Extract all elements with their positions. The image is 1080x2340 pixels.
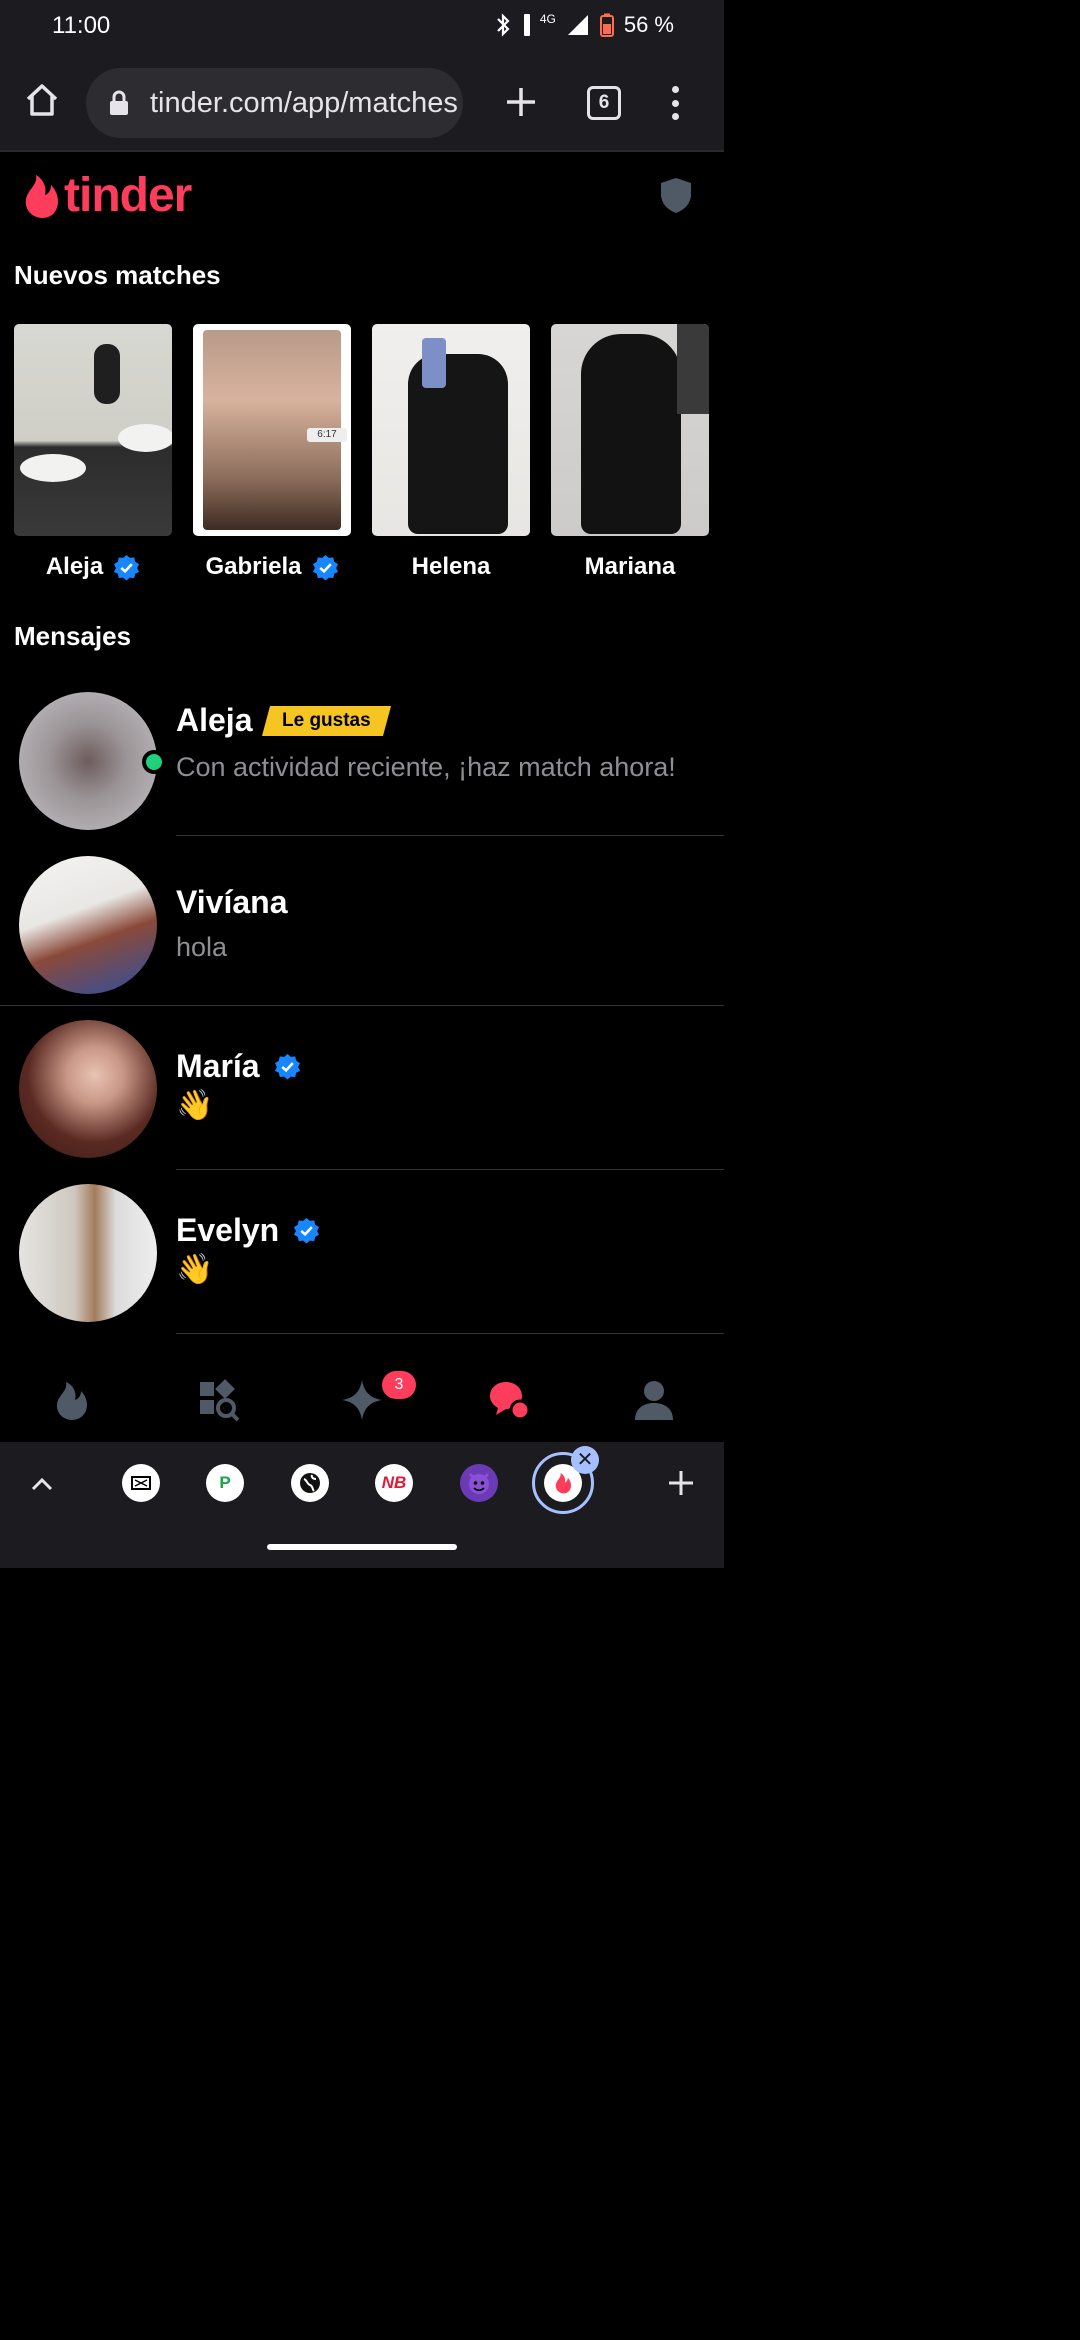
message-preview: hola (176, 932, 228, 962)
match-photo (14, 324, 172, 536)
message-row[interactable]: Aleja Le gustas Con actividad reciente, … (0, 672, 724, 836)
tab-strip: P NB ✕ (0, 1442, 724, 1528)
devil-icon[interactable] (460, 1464, 498, 1502)
p-icon[interactable]: P (206, 1464, 244, 1502)
verified-badge-icon (312, 554, 338, 581)
logo-text: tinder (64, 169, 192, 222)
add-tab-icon[interactable] (667, 1469, 695, 1497)
bottom-nav (0, 1358, 724, 1442)
battery-icon (599, 13, 614, 37)
match-card[interactable]: Mariana (551, 324, 709, 582)
message-row[interactable]: María 👋 (0, 1006, 724, 1170)
explore-icon[interactable] (196, 1378, 240, 1422)
contact-name: Vivíana (176, 884, 288, 920)
new-tab-icon[interactable] (503, 84, 539, 120)
notification-badge: 3 (382, 1371, 416, 1399)
url-text: tinder.com/app/matches (150, 86, 458, 119)
status-bar: 11:00 4G 56 % (0, 0, 724, 56)
navigation-bar (0, 1528, 724, 1568)
verified-badge-icon (294, 1217, 320, 1244)
close-tab-icon[interactable]: ✕ (571, 1446, 599, 1474)
match-card[interactable]: Helena (372, 324, 530, 582)
vibrate-icon (523, 14, 530, 36)
flame-logo-icon (25, 174, 58, 218)
gesture-handle[interactable] (267, 1544, 457, 1550)
video-timer: 6:17 (307, 428, 347, 442)
nba-icon[interactable] (122, 1464, 160, 1502)
message-preview: 👋 (176, 1089, 214, 1122)
lock-icon (110, 90, 128, 115)
verified-badge-icon (114, 554, 140, 581)
match-card[interactable]: Aleja (14, 324, 172, 582)
match-photo (372, 324, 530, 536)
match-name: Helena (411, 553, 491, 580)
shield-icon[interactable] (658, 176, 694, 214)
match-card[interactable]: 6:17 Gabriela (193, 324, 351, 582)
new-matches-list: Aleja 6:17 Gabriela Helena Mariana (14, 324, 709, 582)
messages-title: Mensajes (14, 621, 132, 651)
message-row[interactable]: Vivíana hola (0, 842, 724, 1006)
bluetooth-icon (497, 13, 510, 37)
avatar (19, 1020, 157, 1158)
match-name: Gabriela (205, 553, 302, 580)
verified-badge-icon (274, 1053, 300, 1080)
flame-icon[interactable] (50, 1378, 94, 1422)
divider (176, 835, 724, 836)
divider (176, 1333, 724, 1334)
avatar (19, 1184, 157, 1322)
tab-count-button[interactable]: 6 (587, 86, 621, 120)
avatar (19, 856, 157, 994)
contact-name: María (176, 1048, 260, 1084)
profile-icon[interactable] (632, 1378, 676, 1422)
messages-icon[interactable] (486, 1378, 530, 1422)
new-matches-title: Nuevos matches (14, 260, 221, 290)
status-icons: 4G 56 % (494, 12, 674, 38)
chevron-up-icon[interactable] (30, 1472, 54, 1496)
browser-toolbar: tinder.com/app/matches 6 (0, 56, 724, 152)
more-menu-icon[interactable] (668, 86, 682, 120)
signal-icon (567, 15, 588, 35)
battery-percent: 56 % (623, 12, 674, 37)
message-preview: 👋 (176, 1253, 214, 1286)
match-name: Aleja (45, 553, 104, 580)
address-bar[interactable]: tinder.com/app/matches (86, 68, 463, 138)
avatar (19, 692, 157, 830)
contact-name: Aleja (176, 702, 253, 738)
newbalance-icon[interactable]: NB (375, 1464, 413, 1502)
contact-name: Evelyn (176, 1212, 280, 1248)
message-preview: Con actividad reciente, ¡haz match ahora… (176, 752, 676, 782)
online-indicator (142, 750, 166, 774)
likes-you-badge: Le gustas (262, 705, 392, 736)
message-row[interactable]: Evelyn 👋 (0, 1170, 724, 1334)
home-icon[interactable] (22, 80, 62, 120)
match-photo: 6:17 (193, 324, 351, 536)
match-photo (551, 324, 709, 536)
status-time: 11:00 (52, 12, 111, 39)
network-label: 4G (539, 12, 556, 26)
tinder-logo[interactable]: tinder (22, 168, 192, 223)
globe-icon[interactable] (291, 1464, 329, 1502)
sparkle-icon[interactable] (340, 1378, 384, 1422)
match-name: Mariana (584, 553, 676, 580)
